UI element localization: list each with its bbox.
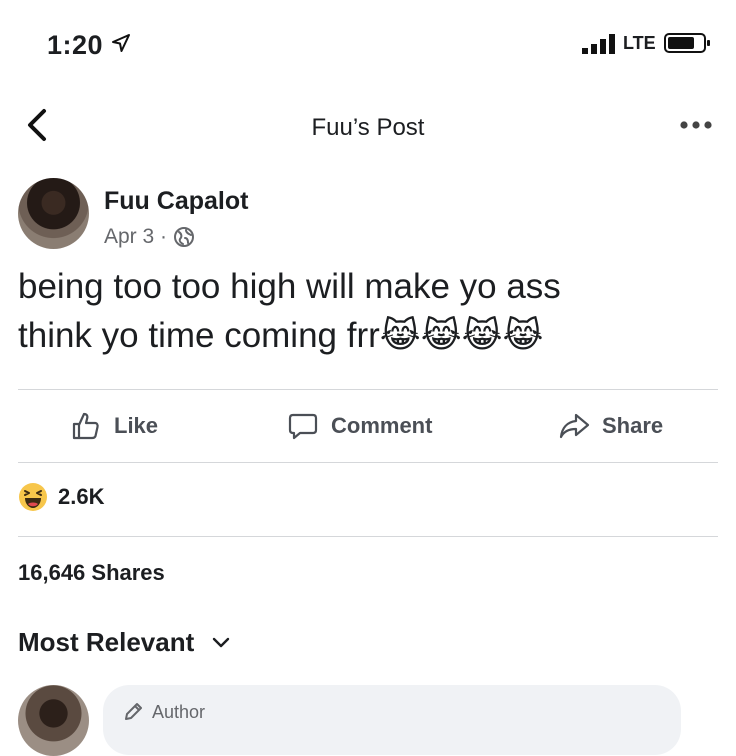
share-button[interactable]: Share bbox=[558, 410, 663, 442]
like-button[interactable]: Like bbox=[70, 410, 158, 442]
sort-label: Most Relevant bbox=[18, 627, 195, 657]
like-label: Like bbox=[114, 413, 159, 438]
crying-cat-emoji: 😹 bbox=[379, 315, 421, 355]
author-avatar[interactable] bbox=[18, 178, 89, 249]
signal-bars-icon bbox=[582, 34, 615, 54]
comment-bubble-icon bbox=[288, 413, 318, 440]
crying-cat-emoji: 😹 bbox=[461, 315, 503, 355]
chevron-down-icon bbox=[213, 637, 230, 647]
page-title: Fuu’s Post bbox=[311, 114, 425, 141]
comment-button[interactable]: Comment bbox=[287, 410, 432, 442]
globe-icon bbox=[174, 227, 195, 247]
more-dots-icon[interactable] bbox=[679, 120, 713, 130]
reaction-count: 2.6K bbox=[58, 484, 105, 509]
status-time: 1:20 bbox=[47, 30, 104, 60]
pencil-icon bbox=[125, 703, 142, 720]
post-line-text: think yo time coming frr bbox=[18, 315, 380, 355]
divider bbox=[18, 462, 718, 463]
reactions-summary[interactable]: 2.6K bbox=[18, 482, 104, 512]
network-label: LTE bbox=[623, 33, 656, 53]
post-meta: Apr 3 · bbox=[104, 225, 195, 249]
battery-icon bbox=[664, 33, 710, 53]
shares-count[interactable]: 16,646 Shares bbox=[18, 560, 165, 586]
thumbs-up-icon bbox=[72, 412, 99, 440]
comment-sort-dropdown[interactable]: Most Relevant bbox=[18, 627, 230, 658]
author-badge: Author bbox=[122, 701, 205, 723]
share-arrow-icon bbox=[559, 413, 590, 439]
crying-cat-emoji: 😹 bbox=[420, 315, 462, 355]
divider bbox=[18, 389, 718, 390]
author-name[interactable]: Fuu Capalot bbox=[104, 187, 248, 216]
location-arrow-icon bbox=[112, 34, 130, 52]
post-body: being too too high will make yo ass thin… bbox=[18, 263, 718, 360]
crying-cat-emoji: 😹 bbox=[502, 315, 544, 355]
share-label: Share bbox=[602, 413, 664, 438]
commenter-avatar[interactable] bbox=[18, 685, 89, 756]
post-date: Apr 3 · bbox=[104, 225, 168, 248]
post-line: being too too high will make yo ass bbox=[18, 267, 561, 306]
author-badge-label: Author bbox=[152, 701, 206, 722]
divider bbox=[18, 536, 718, 537]
comment-label: Comment bbox=[331, 413, 433, 438]
post-line: think yo time coming frr😹😹😹😹 bbox=[18, 312, 718, 361]
haha-reaction-icon bbox=[19, 483, 47, 511]
